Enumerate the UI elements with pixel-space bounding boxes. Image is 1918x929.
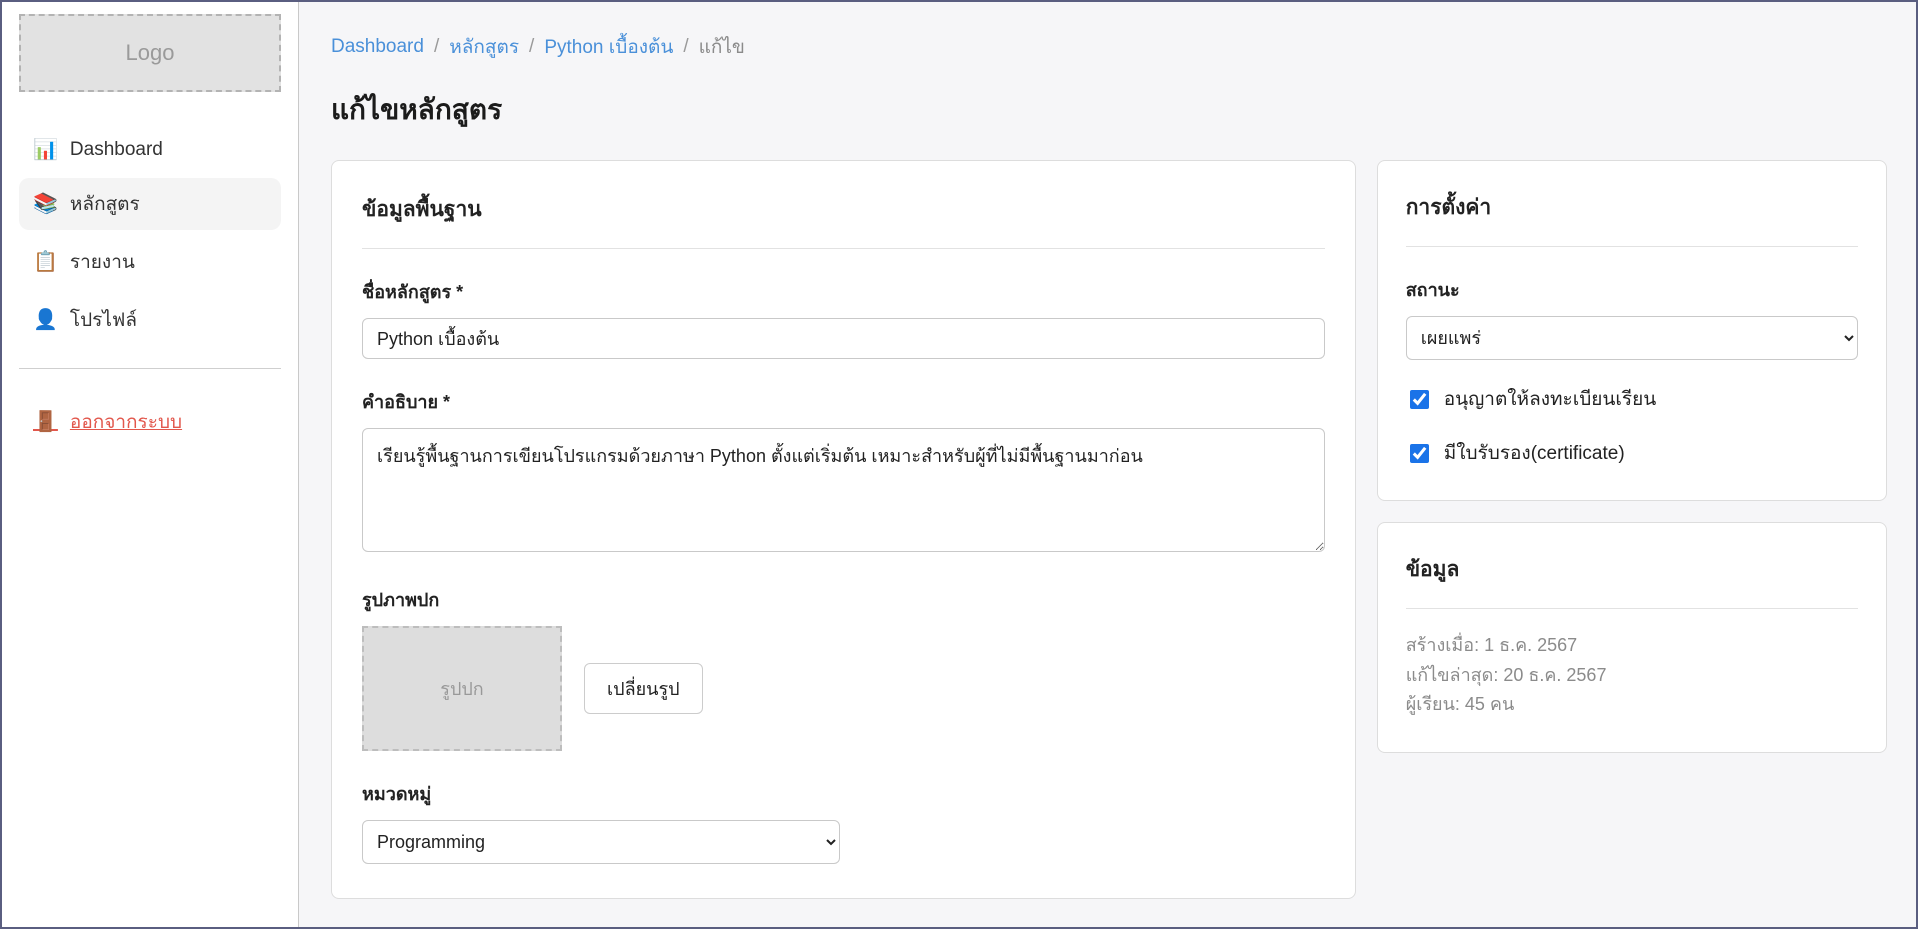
breadcrumb-separator: / <box>683 36 688 58</box>
logout-link[interactable]: 🚪 ออกจากระบบ <box>33 407 182 437</box>
content-row: ข้อมูลพื้นฐาน ชื่อหลักสูตร * คำอธิบาย * … <box>331 160 1887 899</box>
sidebar-item-dashboard[interactable]: 📊 Dashboard <box>19 128 281 172</box>
certificate-row: มีใบรับรอง(certificate) <box>1406 438 1858 468</box>
status-select[interactable]: เผยแพร่ <box>1406 316 1858 360</box>
status-label: สถานะ <box>1406 275 1858 304</box>
change-image-button[interactable]: เปลี่ยนรูป <box>584 663 703 714</box>
card-divider <box>1406 246 1858 247</box>
course-name-input[interactable] <box>362 318 1325 359</box>
breadcrumb-link-dashboard[interactable]: Dashboard <box>331 36 424 58</box>
logout-label: ออกจากระบบ <box>70 407 182 437</box>
breadcrumb-link-courses[interactable]: หลักสูตร <box>449 32 519 62</box>
sidebar-item-label: โปรไฟล์ <box>70 305 137 335</box>
info-title: ข้อมูล <box>1406 553 1858 586</box>
info-updated: แก้ไขล่าสุด: 20 ธ.ค. 2567 <box>1406 661 1858 691</box>
page-title: แก้ไขหลักสูตร <box>331 88 1887 132</box>
cover-row: รูปปก เปลี่ยนรูป <box>362 626 1325 751</box>
right-column: การตั้งค่า สถานะ เผยแพร่ อนุญาตให้ลงทะเบ… <box>1377 160 1887 753</box>
sidebar-divider <box>19 368 281 369</box>
description-label: คำอธิบาย * <box>362 387 1325 416</box>
info-created: สร้างเมื่อ: 1 ธ.ค. 2567 <box>1406 631 1858 661</box>
basic-info-title: ข้อมูลพื้นฐาน <box>362 193 1325 226</box>
breadcrumb-separator: / <box>529 36 534 58</box>
sidebar-item-reports[interactable]: 📋 รายงาน <box>19 236 281 288</box>
sidebar-item-courses[interactable]: 📚 หลักสูตร <box>19 178 281 230</box>
logo: Logo <box>19 14 281 92</box>
settings-card: การตั้งค่า สถานะ เผยแพร่ อนุญาตให้ลงทะเบ… <box>1377 160 1887 501</box>
sidebar-item-label: รายงาน <box>70 247 135 277</box>
category-label: หมวดหมู่ <box>362 779 1325 808</box>
certificate-checkbox[interactable] <box>1410 444 1429 463</box>
basic-info-card: ข้อมูลพื้นฐาน ชื่อหลักสูตร * คำอธิบาย * … <box>331 160 1356 899</box>
category-select[interactable]: Programming <box>362 820 840 864</box>
sidebar: Logo 📊 Dashboard 📚 หลักสูตร 📋 รายงาน 👤 โ… <box>2 2 299 927</box>
certificate-label: มีใบรับรอง(certificate) <box>1444 438 1625 468</box>
description-textarea[interactable]: เรียนรู้พื้นฐานการเขียนโปรแกรมด้วยภาษา P… <box>362 428 1325 552</box>
sidebar-item-label: หลักสูตร <box>70 189 140 219</box>
breadcrumb-separator: / <box>434 36 439 58</box>
breadcrumb-current: แก้ไข <box>699 32 745 62</box>
info-lines: สร้างเมื่อ: 1 ธ.ค. 2567 แก้ไขล่าสุด: 20 … <box>1406 631 1858 720</box>
breadcrumb: Dashboard / หลักสูตร / Python เบื้องต้น … <box>331 32 1887 62</box>
card-divider <box>362 248 1325 249</box>
breadcrumb-link-course[interactable]: Python เบื้องต้น <box>544 32 673 62</box>
bar-chart-icon: 📊 <box>33 140 58 160</box>
allow-enrollment-row: อนุญาตให้ลงทะเบียนเรียน <box>1406 384 1858 414</box>
course-name-label: ชื่อหลักสูตร * <box>362 277 1325 306</box>
door-icon: 🚪 <box>33 412 58 432</box>
info-students: ผู้เรียน: 45 คน <box>1406 690 1858 720</box>
sidebar-item-profile[interactable]: 👤 โปรไฟล์ <box>19 294 281 346</box>
app-window: Logo 📊 Dashboard 📚 หลักสูตร 📋 รายงาน 👤 โ… <box>0 0 1918 929</box>
books-icon: 📚 <box>33 194 58 214</box>
sidebar-item-label: Dashboard <box>70 139 163 161</box>
person-icon: 👤 <box>33 310 58 330</box>
logo-text: Logo <box>126 40 175 66</box>
sidebar-nav: 📊 Dashboard 📚 หลักสูตร 📋 รายงาน 👤 โปรไฟล… <box>19 128 281 346</box>
cover-image-placeholder: รูปปก <box>362 626 562 751</box>
cover-placeholder-text: รูปปก <box>440 674 483 703</box>
main-content: Dashboard / หลักสูตร / Python เบื้องต้น … <box>299 2 1916 927</box>
clipboard-icon: 📋 <box>33 252 58 272</box>
allow-enrollment-label: อนุญาตให้ลงทะเบียนเรียน <box>1444 384 1657 414</box>
allow-enrollment-checkbox[interactable] <box>1410 390 1429 409</box>
cover-image-label: รูปภาพปก <box>362 585 1325 614</box>
card-divider <box>1406 608 1858 609</box>
info-card: ข้อมูล สร้างเมื่อ: 1 ธ.ค. 2567 แก้ไขล่าส… <box>1377 522 1887 753</box>
settings-title: การตั้งค่า <box>1406 191 1858 224</box>
